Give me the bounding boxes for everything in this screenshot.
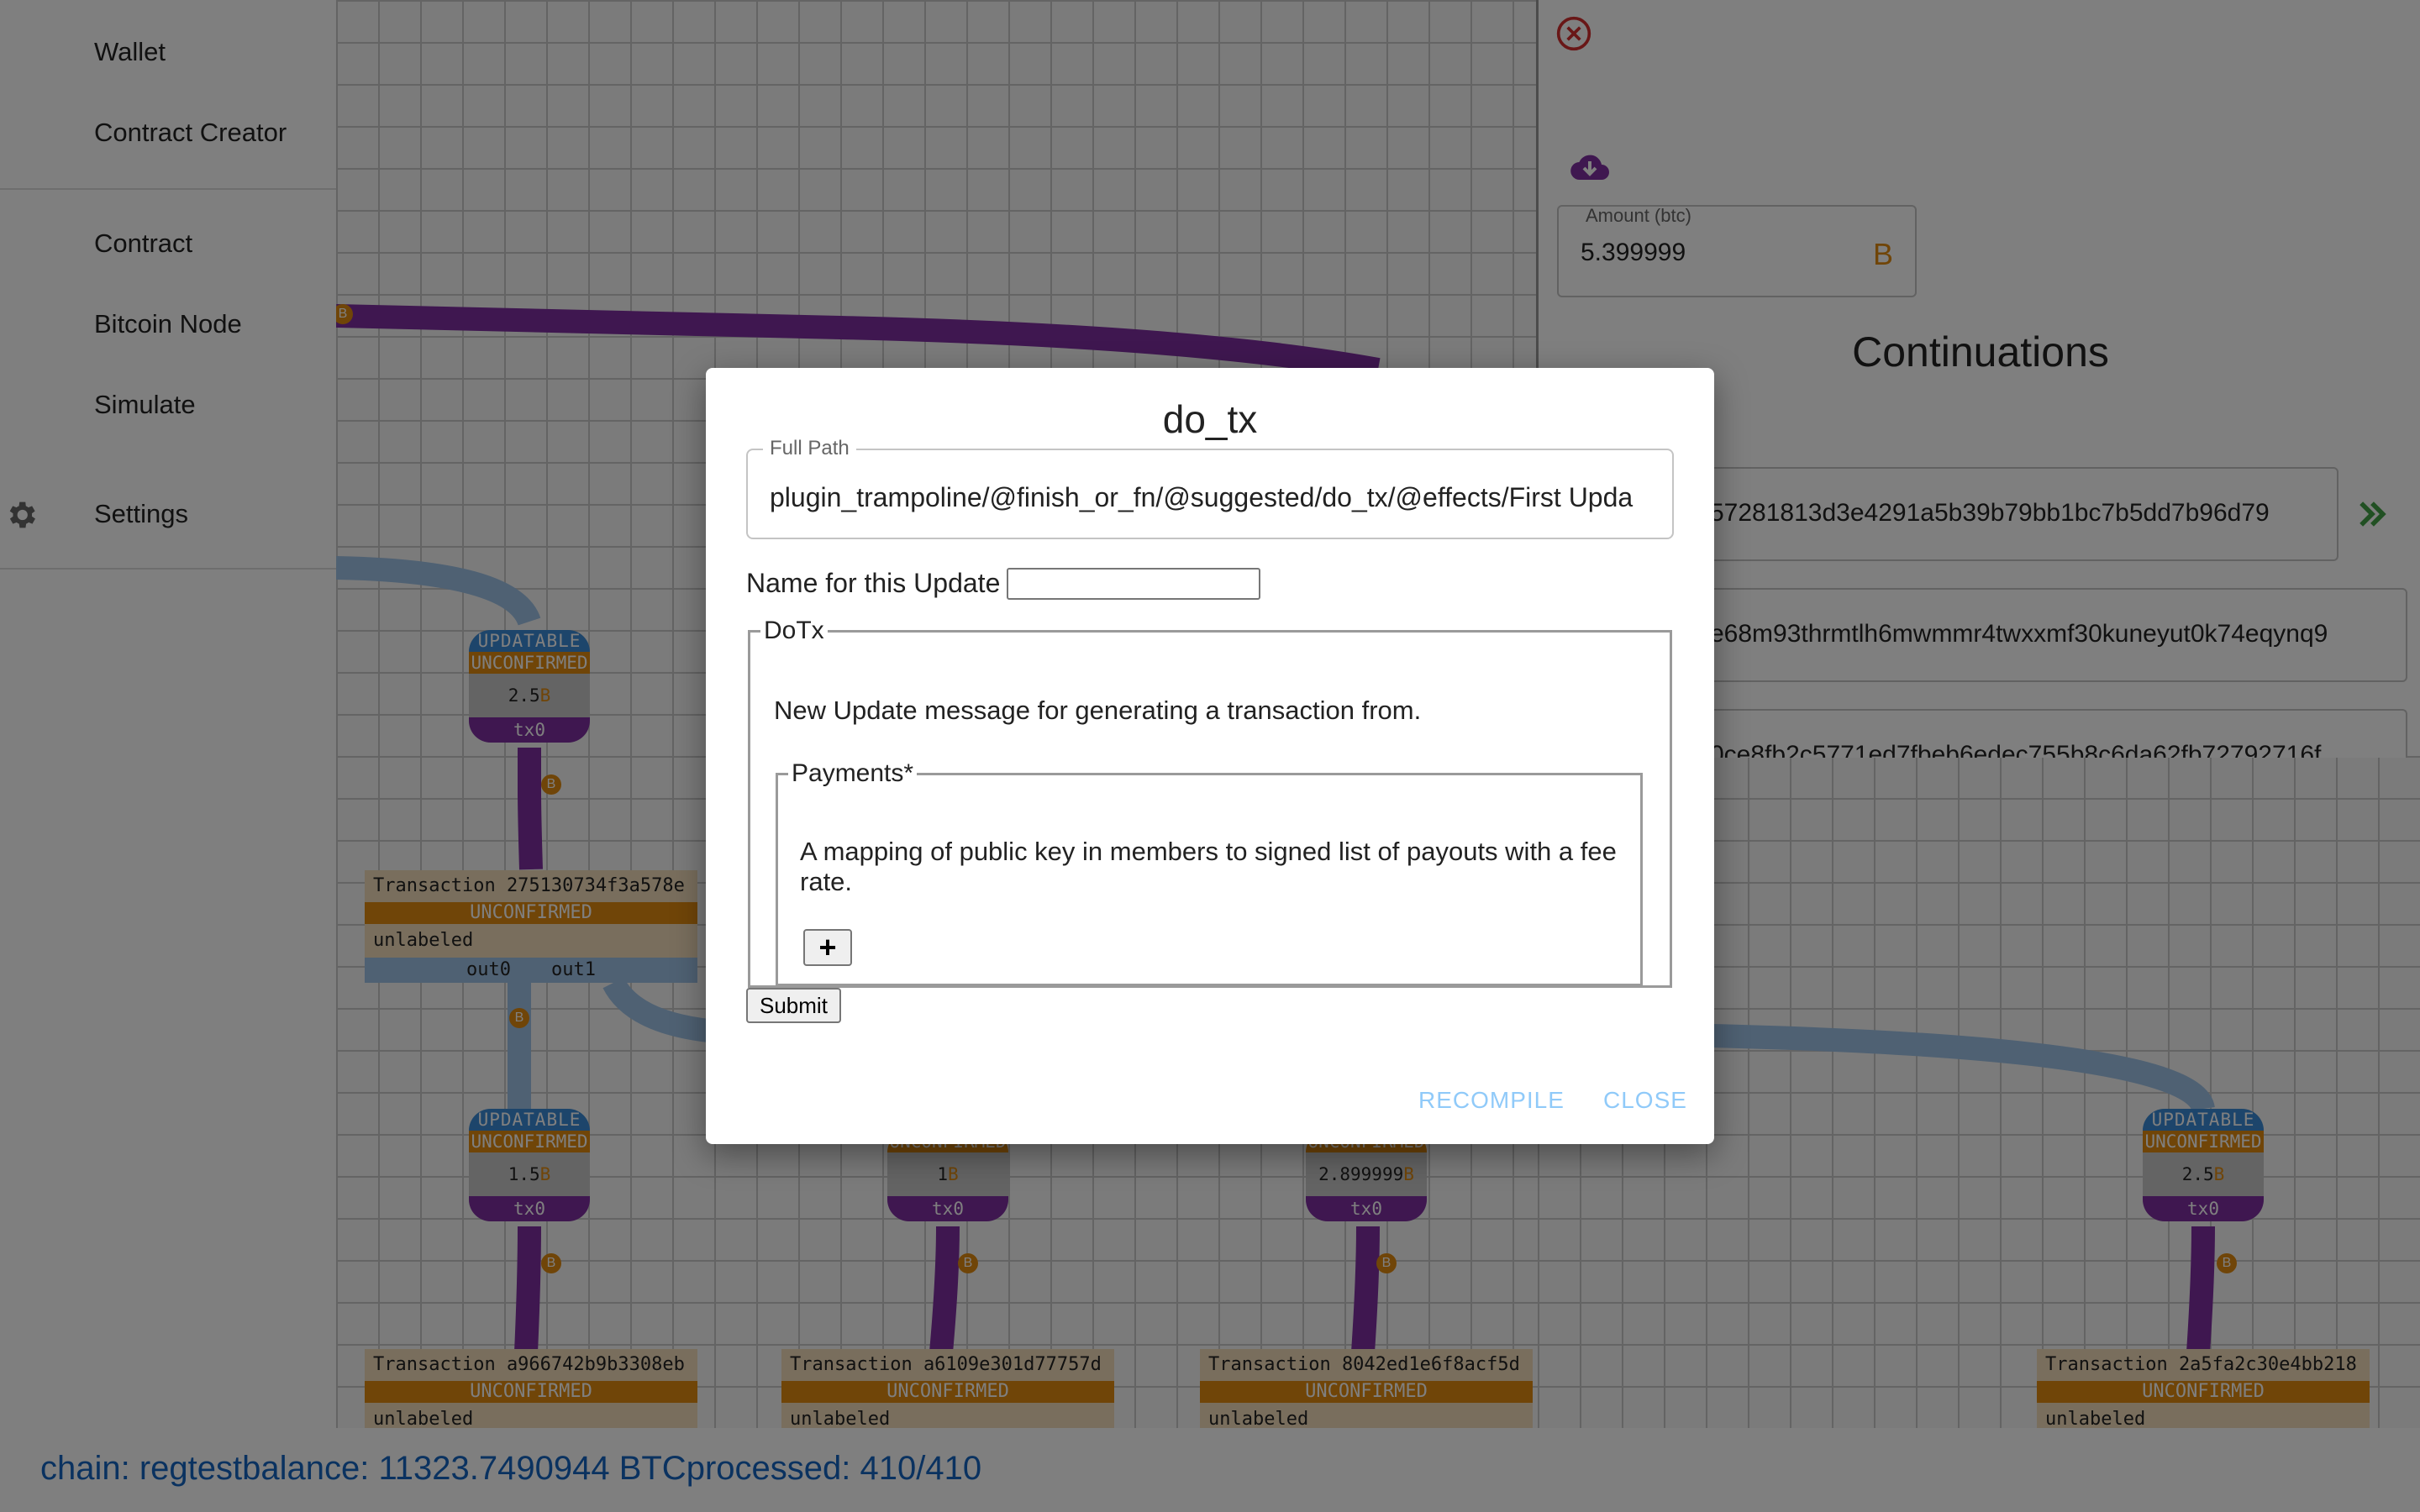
dotx-fieldset: DoTx New Update message for generating a… — [748, 617, 1672, 988]
dialog-title: do_tx — [1162, 397, 1258, 441]
full-path-value: plugin_trampoline/@finish_or_fn/@suggest… — [770, 482, 1634, 512]
full-path-field[interactable]: Full Path plugin_trampoline/@finish_or_f… — [746, 437, 1674, 539]
payments-fieldset: Payments* A mapping of public key in mem… — [776, 759, 1643, 986]
dotx-description: New Update message for generating a tran… — [774, 696, 1422, 725]
update-name-label: Name for this Update — [746, 568, 1001, 598]
full-path-label: Full Path — [763, 437, 856, 460]
close-button[interactable]: CLOSE — [1603, 1087, 1687, 1114]
payments-description: A mapping of public key in members to si… — [800, 837, 1617, 896]
add-payment-button[interactable]: + — [803, 929, 852, 966]
update-name-row: Name for this Update — [746, 568, 1260, 600]
payments-legend: Payments* — [792, 759, 914, 787]
update-name-input[interactable] — [1007, 568, 1260, 600]
do-tx-dialog: do_tx Full Path plugin_trampoline/@finis… — [706, 368, 1714, 1144]
submit-button[interactable]: Submit — [746, 988, 841, 1023]
dotx-legend: DoTx — [764, 617, 824, 644]
recompile-button[interactable]: RECOMPILE — [1418, 1087, 1565, 1114]
